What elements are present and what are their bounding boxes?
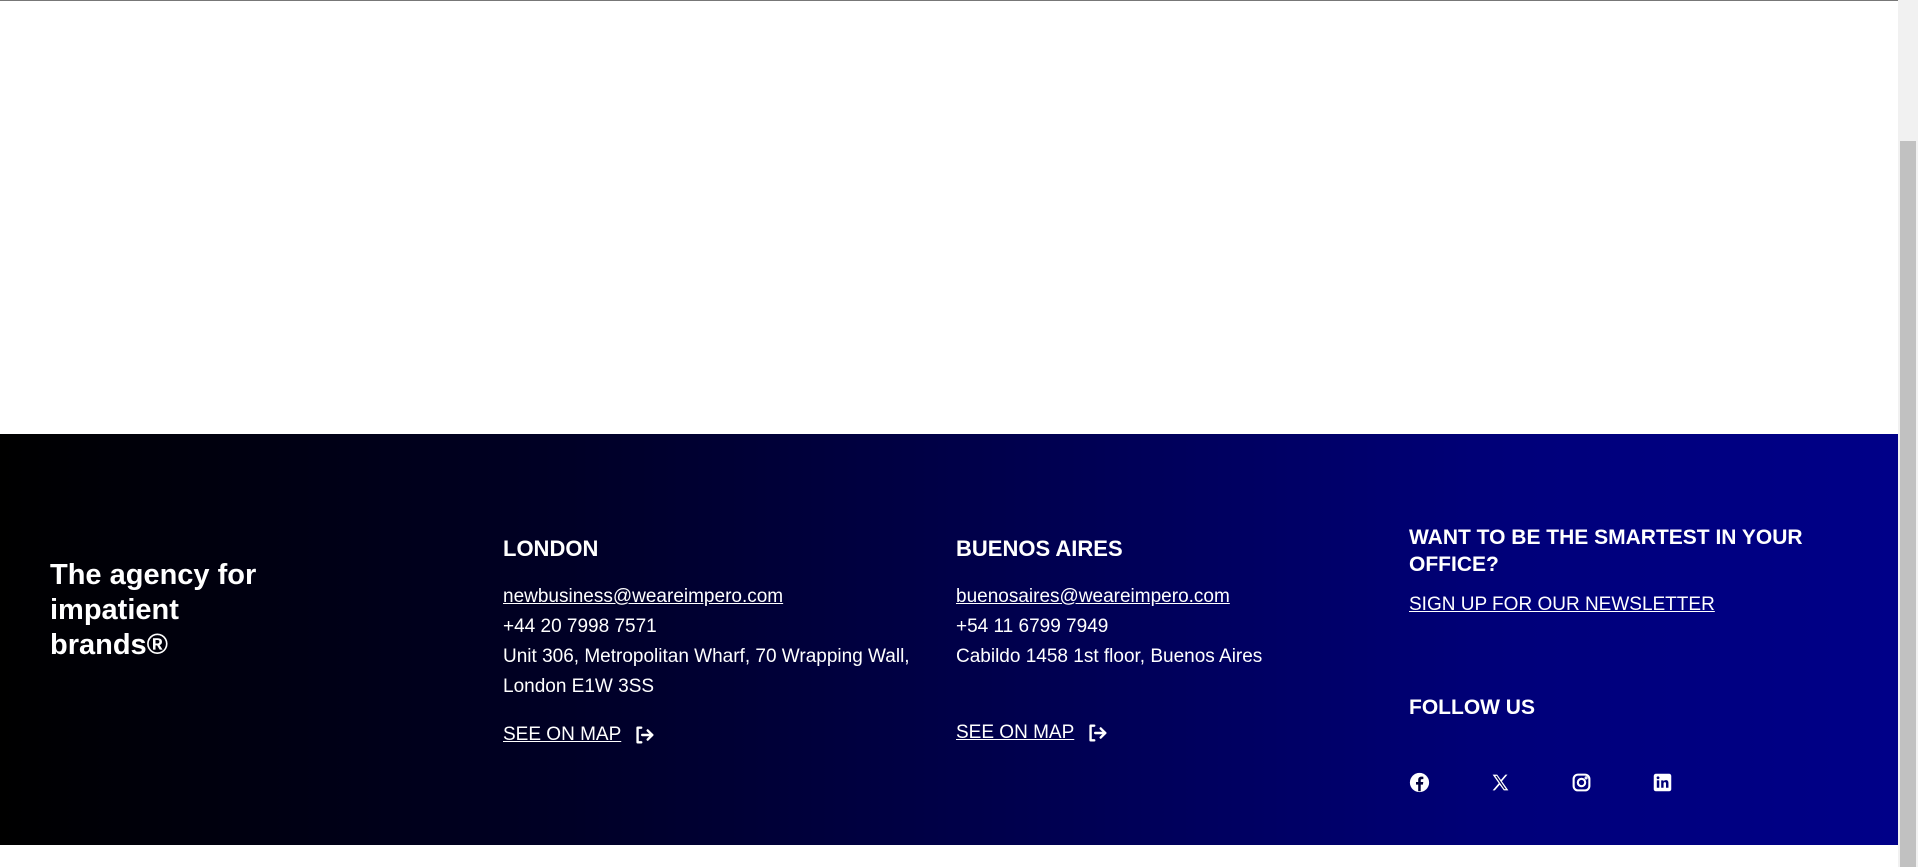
follow-us-title: FOLLOW US [1409,696,1535,719]
london-address: Unit 306, Metropolitan Wharf, 70 Wrappin… [503,646,910,697]
buenos-aires-phone: +54 11 6799 7949 [956,616,1109,637]
newsletter-signup-link[interactable]: SIGN UP FOR OUR NEWSLETTER [1409,594,1715,616]
buenos-aires-map-label: SEE ON MAP [956,722,1075,743]
london-office: LONDON newbusiness@weareimpero.com +44 2… [503,536,923,746]
linkedin-icon[interactable] [1652,772,1673,793]
vertical-scrollbar[interactable] [1898,0,1918,867]
social-links [1409,772,1673,793]
sign-out-arrow-icon [1086,722,1108,744]
buenos-aires-title: BUENOS AIRES [956,536,1123,561]
london-email-link[interactable]: newbusiness@weareimpero.com [503,582,923,612]
page: The agency for impatient brands® LONDON … [0,0,1918,867]
newsletter-section: WANT TO BE THE SMARTEST IN YOUR OFFICE? … [1409,524,1869,616]
instagram-icon[interactable] [1571,772,1592,793]
buenos-aires-address: Cabildo 1458 1st floor, Buenos Aires [956,646,1263,667]
buenos-aires-email-link[interactable]: buenosaires@weareimpero.com [956,582,1376,612]
newsletter-title: WANT TO BE THE SMARTEST IN YOUR OFFICE? [1409,526,1803,576]
facebook-icon[interactable] [1409,772,1430,793]
london-phone: +44 20 7998 7571 [503,616,657,637]
site-footer: The agency for impatient brands® LONDON … [0,434,1898,845]
london-see-on-map-link[interactable]: SEE ON MAP [503,724,923,746]
scrollbar-thumb[interactable] [1900,141,1916,867]
buenos-aires-office: BUENOS AIRES buenosaires@weareimpero.com… [956,536,1376,744]
sign-out-arrow-icon [633,724,655,746]
buenos-aires-see-on-map-link[interactable]: SEE ON MAP [956,722,1376,744]
london-map-label: SEE ON MAP [503,724,622,745]
agency-tagline: The agency for impatient brands® [50,559,257,661]
london-title: LONDON [503,536,599,561]
x-twitter-icon[interactable] [1490,772,1511,793]
content-area [0,1,1898,434]
page-bottom [0,845,1898,867]
